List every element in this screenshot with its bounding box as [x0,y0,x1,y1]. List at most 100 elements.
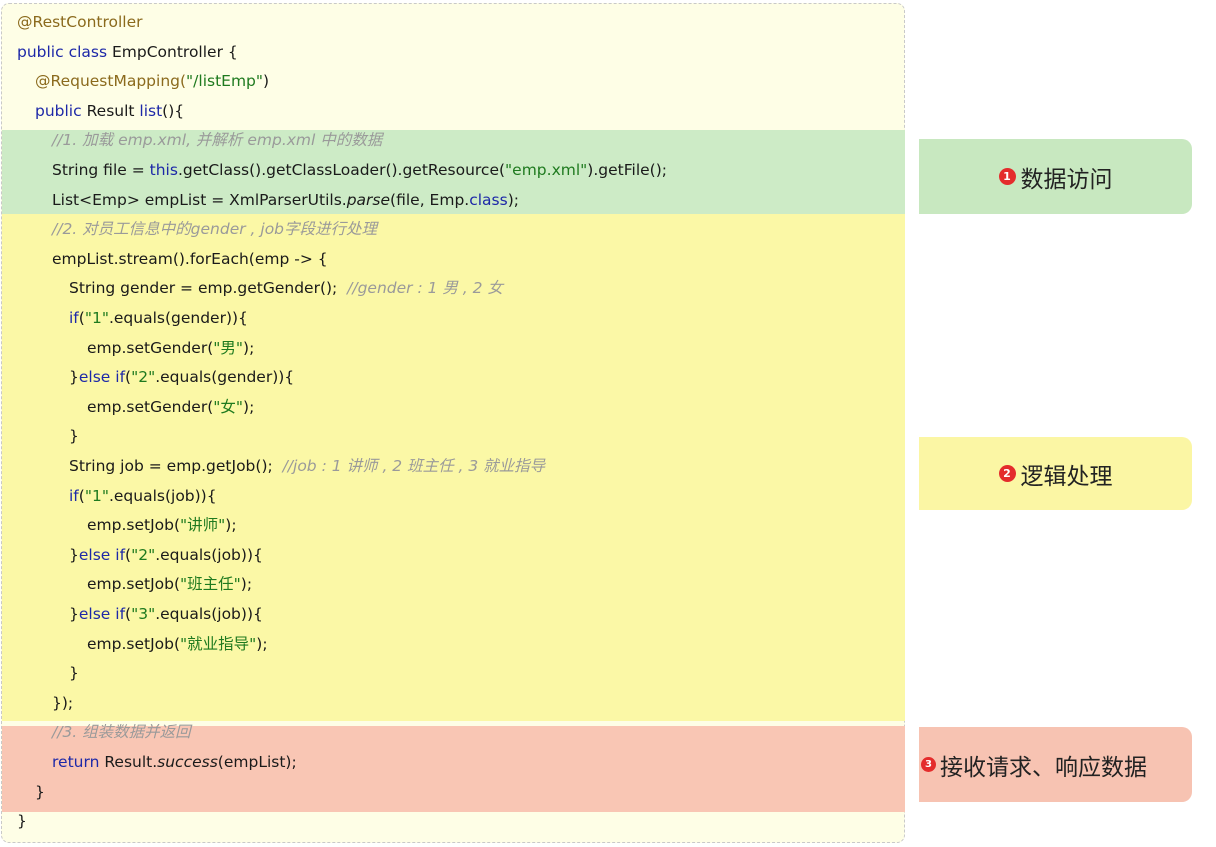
code-line: if("1".equals(job)){ [69,481,217,511]
step-2-badge: 2 [998,465,1016,482]
code-token: String job = emp.getJob(); [69,457,283,475]
code-token: "班主任" [180,575,241,594]
code-token: "1" [84,486,109,505]
code-token: else if [78,368,126,387]
code-token: ); [240,575,253,594]
code-token: "1" [84,309,109,327]
code-token: @RequestMapping( [35,72,187,91]
code-token: "3" [131,605,156,623]
code-token: .equals(job)){ [155,605,263,623]
code-line: emp.setGender("女"); [87,392,254,422]
code-token: parse [346,190,391,209]
code-token: if [69,486,79,505]
code-line: public class EmpController { [17,37,238,67]
label-response-text: 接收请求、响应数据 [940,754,1147,781]
code-token: } [69,427,79,446]
label-response: 3 接收请求、响应数据 [919,727,1192,802]
code-line: }else if("2".equals(job)){ [69,540,263,570]
code-line: emp.setJob("讲师"); [87,510,237,540]
code-token: Result. [104,753,158,771]
code-line: } [35,777,45,807]
code-token: .equals(job)){ [108,486,217,505]
code-token: ) [263,72,270,91]
label-logic: 2 逻辑处理 [919,437,1192,510]
code-token: } [35,782,45,801]
code-token: ); [256,634,268,653]
code-token: public [35,101,87,120]
code-line: emp.setJob("班主任"); [87,569,252,599]
code-token: empList.stream().forEach(emp -> { [52,249,328,268]
code-token: "emp.xml" [505,161,588,179]
label-data-access-text: 数据访问 [1020,166,1113,193]
code-token: //job : 1 讲师 , 2 班主任 , 3 就业指导 [282,457,546,475]
code-token: "2" [131,368,156,387]
code-token: (file, Emp. [390,190,470,209]
code-token: "讲师" [180,516,226,535]
code-line: }else if("2".equals(gender)){ [69,362,294,392]
code-token: public class [17,42,112,61]
code-token: emp.setJob( [87,516,181,535]
code-token: String gender = emp.getGender(); [69,279,348,298]
code-line: @RestController [17,7,143,37]
code-token: Result [86,101,140,120]
code-token: else if [78,605,126,623]
code-line: } [69,421,79,451]
step-1-badge: 1 [998,168,1016,185]
label-logic-text: 逻辑处理 [1020,463,1113,490]
code-line: @RequestMapping("/listEmp") [35,66,269,96]
code-line: List<Emp> empList = XmlParserUtils.parse… [52,185,519,215]
code-token: "男" [213,338,244,357]
code-line: emp.setGender("男"); [87,333,254,363]
code-token: String file = [52,161,150,179]
code-token: List<Emp> empList = XmlParserUtils. [52,190,347,209]
code-token: return [52,753,105,771]
code-line: //3. 组装数据并返回 [52,717,191,747]
code-token: "/listEmp" [186,72,264,91]
code-token: if [69,309,79,327]
code-token: "就业指导" [180,634,257,653]
step-3-badge: 3 [921,757,936,772]
code-line: } [69,658,79,688]
code-line: String job = emp.getJob(); //job : 1 讲师 … [69,451,545,481]
code-token: emp.setGender( [87,397,214,416]
code-line: }); [52,688,73,718]
code-token: ); [225,516,237,535]
code-token: success [157,753,218,771]
code-token: }); [52,693,74,712]
code-line: //2. 对员工信息中的gender , job字段进行处理 [52,214,377,244]
code-token: .equals(job)){ [155,545,263,564]
code-token: //1. 加载 emp.xml, 并解析 emp.xml 中的数据 [52,131,383,150]
code-token: ); [507,190,519,209]
code-token: //2. 对员工信息中的gender , job字段进行处理 [52,220,378,239]
code-token: (){ [162,101,185,120]
code-line: emp.setJob("就业指导"); [87,629,268,659]
code-token: .equals(gender)){ [108,309,248,327]
code-token: emp.setJob( [87,634,181,653]
code-line: public Result list(){ [35,96,184,126]
label-data-access: 1 数据访问 [919,139,1192,214]
code-token: class [469,190,508,209]
code-token: @RestController [17,13,143,31]
code-token: ); [243,338,255,357]
code-line: String gender = emp.getGender(); //gende… [69,273,503,303]
code-token: } [69,545,79,564]
code-line: empList.stream().forEach(emp -> { [52,244,328,274]
code-line: return Result.success(empList); [52,747,297,777]
code-token: } [69,605,79,623]
code-token: emp.setGender( [87,338,214,357]
code-token: "女" [213,397,244,416]
code-line: //1. 加载 emp.xml, 并解析 emp.xml 中的数据 [52,125,382,155]
code-token: "2" [131,545,156,564]
code-token: list [139,101,163,120]
code-line: String file = this.getClass().getClassLo… [52,155,667,185]
code-line: } [17,806,27,836]
code-token: ); [243,397,255,416]
code-token: } [69,664,79,683]
code-token: .getClass().getClassLoader().getResource… [177,161,506,179]
code-token: emp.setJob( [87,575,181,594]
code-token: //gender : 1 男 , 2 女 [347,279,503,298]
code-token: (empList); [217,753,297,771]
code-token: } [17,812,27,831]
code-token: ).getFile(); [587,161,667,179]
code-token: EmpController { [111,42,238,61]
